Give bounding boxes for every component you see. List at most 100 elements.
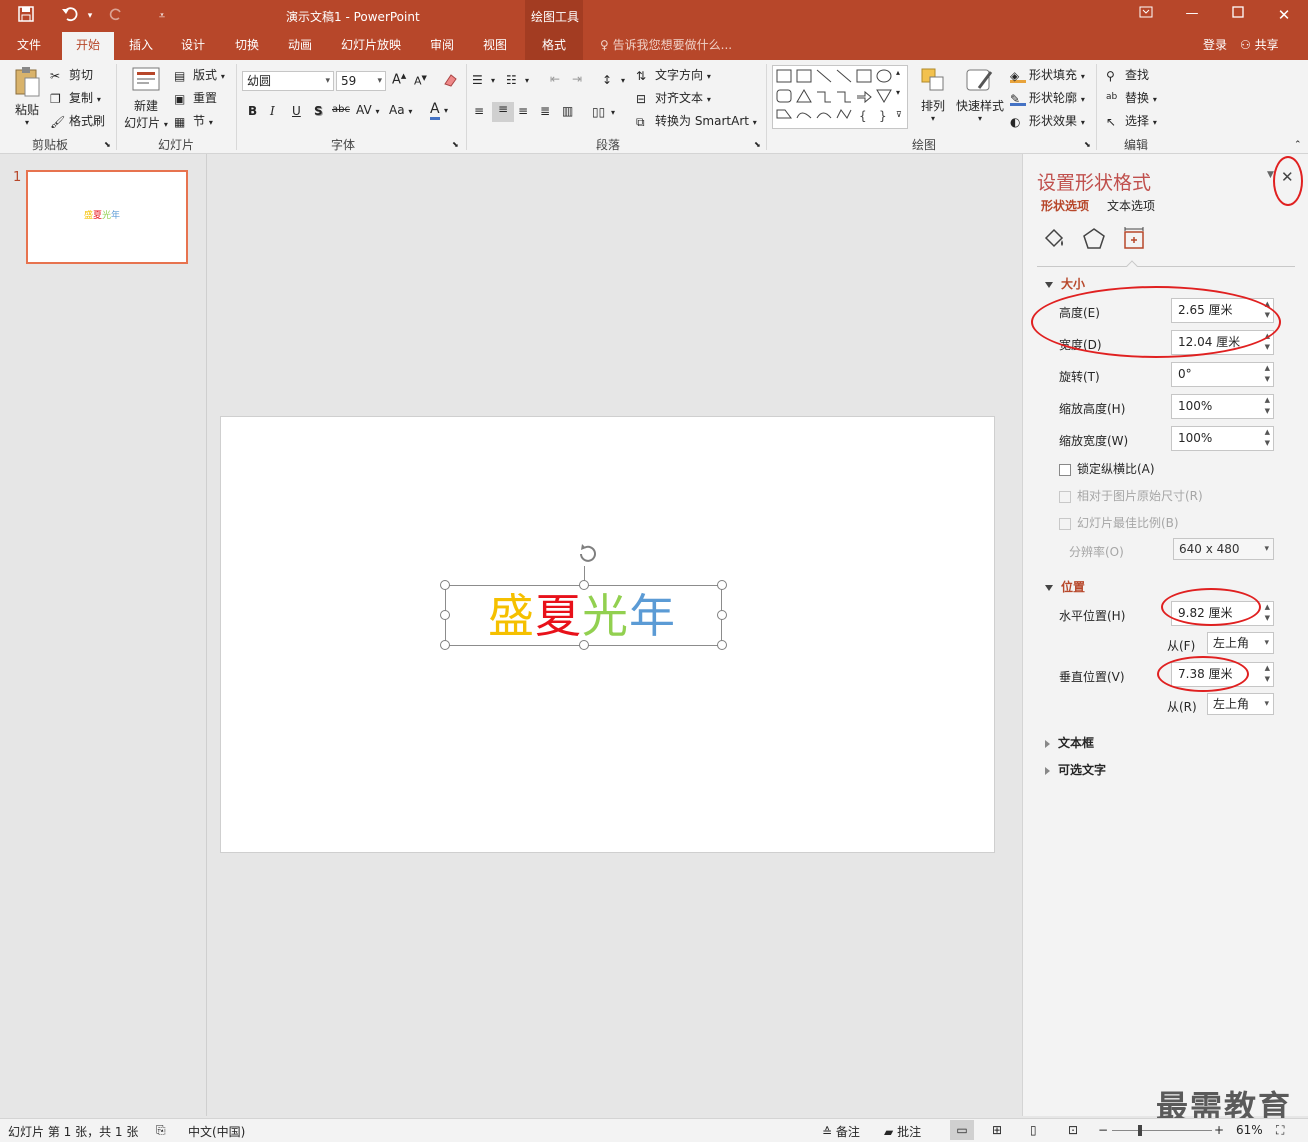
find-button[interactable]: ⚲ 查找	[1106, 66, 1149, 83]
tab-animations[interactable]: 动画	[277, 32, 323, 60]
font-name-combo[interactable]: 幼圆 ▾	[242, 71, 334, 91]
fit-to-window-icon[interactable]: ⛶	[1276, 1123, 1284, 1138]
close-window-icon[interactable]: ✕	[1272, 6, 1296, 24]
tab-view[interactable]: 视图	[472, 32, 518, 60]
spin-up-icon[interactable]: ▲	[1265, 363, 1270, 374]
tab-file[interactable]: 文件	[6, 32, 52, 60]
spin-up-icon[interactable]: ▲	[1265, 663, 1270, 674]
save-icon[interactable]	[16, 6, 36, 27]
section-button[interactable]: ▦ 节 ▾	[174, 112, 213, 129]
reading-view-icon[interactable]: ▯	[1030, 1123, 1037, 1137]
maximize-icon[interactable]	[1226, 6, 1250, 22]
spin-up-icon[interactable]: ▲	[1265, 427, 1270, 438]
gallery-scroll-down-icon[interactable]: ▾	[896, 88, 900, 97]
shape-fill-button[interactable]: ◈ 形状填充 ▾	[1010, 66, 1085, 83]
rotate-handle-icon[interactable]	[576, 542, 600, 566]
cut-button[interactable]: ✂ 剪切	[50, 66, 93, 83]
zoom-level[interactable]: 61%	[1236, 1123, 1263, 1137]
paste-button[interactable]: 粘贴 ▾	[10, 66, 44, 127]
scale-width-input[interactable]: 100% ▲ ▼	[1171, 426, 1274, 451]
slide-thumbnail[interactable]: 盛夏光年	[26, 170, 188, 264]
resize-handle[interactable]	[440, 610, 450, 620]
bold-button[interactable]: B	[248, 104, 257, 118]
vertical-from-select[interactable]: 左上角 ▾	[1207, 693, 1274, 715]
undo-icon[interactable]	[60, 6, 80, 27]
wordart-text[interactable]: 盛夏光年	[488, 590, 676, 642]
arrange-button[interactable]: 排列 ▾	[916, 66, 950, 123]
gallery-scroll-up-icon[interactable]: ▴	[896, 68, 900, 77]
spin-down-icon[interactable]: ▼	[1265, 613, 1270, 624]
line-spacing-button[interactable]: ↕ ▾	[602, 72, 625, 87]
char-spacing-button[interactable]: AV ▾	[356, 103, 380, 117]
tab-insert[interactable]: 插入	[118, 32, 164, 60]
alt-text-section-header[interactable]: 可选文字	[1045, 761, 1106, 778]
normal-view-icon[interactable]: ▭	[950, 1120, 974, 1140]
italic-button[interactable]: I	[270, 104, 275, 118]
zoom-in-icon[interactable]: +	[1214, 1123, 1224, 1137]
increase-indent-icon[interactable]: ⇥	[572, 72, 582, 86]
tell-me-box[interactable]: ♀ 告诉我您想要做什么...	[600, 32, 732, 58]
columns-button[interactable]: ▯▯ ▾	[592, 104, 615, 119]
strikethrough-button[interactable]: abc	[332, 104, 350, 115]
font-color-button[interactable]: A ▾	[430, 101, 448, 120]
fill-line-icon[interactable]	[1041, 226, 1067, 252]
rotation-input[interactable]: 0° ▲ ▼	[1171, 362, 1274, 387]
tab-transitions[interactable]: 切换	[224, 32, 270, 60]
numbering-button[interactable]: ☷ ▾	[506, 72, 529, 87]
resize-handle[interactable]	[440, 640, 450, 650]
login-link[interactable]: 登录	[1203, 32, 1227, 58]
decrease-indent-icon[interactable]: ⇤	[550, 72, 560, 86]
font-launcher-icon[interactable]: ⬊	[452, 140, 459, 149]
shapes-gallery[interactable]: {}	[772, 65, 908, 129]
comments-button[interactable]: ▰ 批注	[884, 1123, 921, 1140]
text-box-shape[interactable]: 盛夏光年	[440, 544, 727, 650]
resize-handle[interactable]	[717, 580, 727, 590]
tab-review[interactable]: 审阅	[419, 32, 465, 60]
select-button[interactable]: ↖ 选择 ▾	[1106, 112, 1157, 129]
spin-down-icon[interactable]: ▼	[1265, 406, 1270, 417]
spin-down-icon[interactable]: ▼	[1265, 374, 1270, 385]
shape-outline-button[interactable]: ✎ 形状轮廓 ▾	[1010, 89, 1085, 106]
tab-slideshow[interactable]: 幻灯片放映	[334, 32, 408, 60]
resize-handle[interactable]	[440, 580, 450, 590]
lock-aspect-checkbox[interactable]: 锁定纵横比(A)	[1059, 460, 1155, 477]
spin-down-icon[interactable]: ▼	[1265, 342, 1270, 353]
scale-height-input[interactable]: 100% ▲ ▼	[1171, 394, 1274, 419]
align-right-icon[interactable]: ≡	[518, 104, 528, 118]
justify-icon[interactable]: ≣	[540, 104, 550, 118]
distributed-icon[interactable]: ▥	[562, 104, 573, 118]
new-slide-button[interactable]: 新建 幻灯片 ▾	[122, 66, 170, 131]
spin-down-icon[interactable]: ▼	[1265, 674, 1270, 685]
spell-check-icon[interactable]: ⎘	[156, 1123, 166, 1138]
copy-button[interactable]: ❐ 复制 ▾	[50, 89, 101, 106]
shape-effects-button[interactable]: ◐ 形状效果 ▾	[1010, 112, 1085, 129]
clear-format-icon[interactable]	[442, 72, 458, 91]
align-left-icon[interactable]: ≡	[474, 104, 484, 118]
reset-button[interactable]: ▣ 重置	[174, 89, 217, 106]
textbox-section-header[interactable]: 文本框	[1045, 734, 1094, 751]
slide-canvas[interactable]: 盛夏光年	[220, 416, 995, 853]
replace-button[interactable]: ab 替换 ▾	[1106, 89, 1157, 106]
drawing-launcher-icon[interactable]: ⬊	[1084, 140, 1091, 149]
change-case-button[interactable]: Aa ▾	[389, 103, 412, 117]
undo-dropdown-icon[interactable]: ▾	[80, 6, 100, 26]
font-size-combo[interactable]: 59 ▾	[336, 71, 386, 91]
shadow-button[interactable]: S	[314, 104, 323, 118]
horizontal-from-select[interactable]: 左上角 ▾	[1207, 632, 1274, 654]
zoom-out-icon[interactable]: −	[1098, 1123, 1108, 1137]
spin-down-icon[interactable]: ▼	[1265, 438, 1270, 449]
language-status[interactable]: 中文(中国)	[188, 1123, 245, 1140]
smartart-button[interactable]: ⧉ 转换为 SmartArt ▾	[636, 112, 757, 129]
align-text-button[interactable]: ⊟ 对齐文本 ▾	[636, 89, 711, 106]
align-center-icon[interactable]: ≡	[492, 102, 514, 122]
zoom-slider-track[interactable]	[1112, 1130, 1212, 1131]
gallery-more-icon[interactable]: ⊽	[896, 110, 902, 119]
tab-format[interactable]: 格式	[525, 32, 583, 60]
position-section-header[interactable]: 位置	[1045, 578, 1085, 595]
grow-font-button[interactable]: A▲	[392, 72, 406, 87]
spin-up-icon[interactable]: ▲	[1265, 395, 1270, 406]
layout-button[interactable]: ▤ 版式 ▾	[174, 66, 225, 83]
format-painter-button[interactable]: 🖌 格式刷	[50, 112, 105, 129]
customize-toolbar-icon[interactable]: ⩡	[152, 6, 172, 26]
tab-text-options[interactable]: 文本选项	[1107, 197, 1155, 214]
